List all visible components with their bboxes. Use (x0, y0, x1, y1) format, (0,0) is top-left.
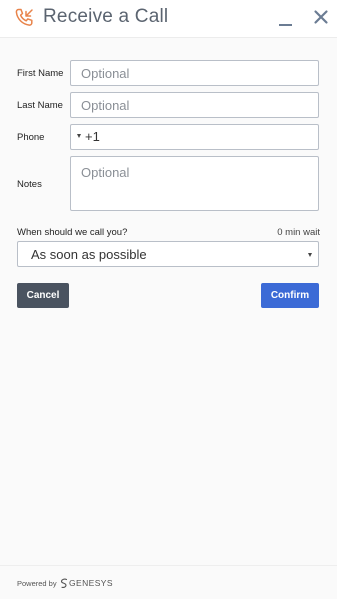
widget-footer: Powered by GENESYS (0, 565, 337, 599)
genesys-brand: GENESYS (69, 578, 113, 588)
chevron-down-icon (308, 253, 312, 257)
first-name-label: First Name (17, 68, 64, 79)
callback-form: First Name Last Name Phone +1 Notes When… (0, 38, 337, 565)
confirm-button[interactable]: Confirm (261, 283, 319, 308)
receive-call-widget: Receive a Call First Name Last Name Phon… (0, 0, 337, 599)
schedule-label: When should we call you? (17, 227, 128, 238)
phone-label: Phone (17, 132, 45, 143)
schedule-select[interactable]: As soon as possible (17, 241, 319, 267)
dial-code: +1 (85, 129, 100, 144)
close-icon[interactable] (312, 8, 330, 26)
widget-title: Receive a Call (43, 6, 169, 27)
minimize-icon (279, 24, 292, 26)
last-name-input[interactable] (70, 92, 319, 118)
minimize-button[interactable] (275, 10, 295, 28)
schedule-selected-value: As soon as possible (31, 247, 147, 262)
phone-input[interactable] (105, 127, 314, 149)
first-name-input[interactable] (70, 60, 319, 86)
notes-label: Notes (17, 179, 42, 190)
powered-by-label: Powered by (17, 579, 57, 588)
phone-field: +1 (70, 124, 319, 150)
cancel-button[interactable]: Cancel (17, 283, 69, 308)
wait-time-label: 0 min wait (277, 227, 320, 238)
country-dropdown-icon[interactable] (77, 134, 81, 138)
widget-header: Receive a Call (0, 0, 337, 38)
last-name-label: Last Name (17, 100, 63, 111)
genesys-logo-icon (60, 578, 68, 588)
phone-incoming-icon (15, 8, 33, 26)
notes-textarea[interactable] (70, 156, 319, 211)
